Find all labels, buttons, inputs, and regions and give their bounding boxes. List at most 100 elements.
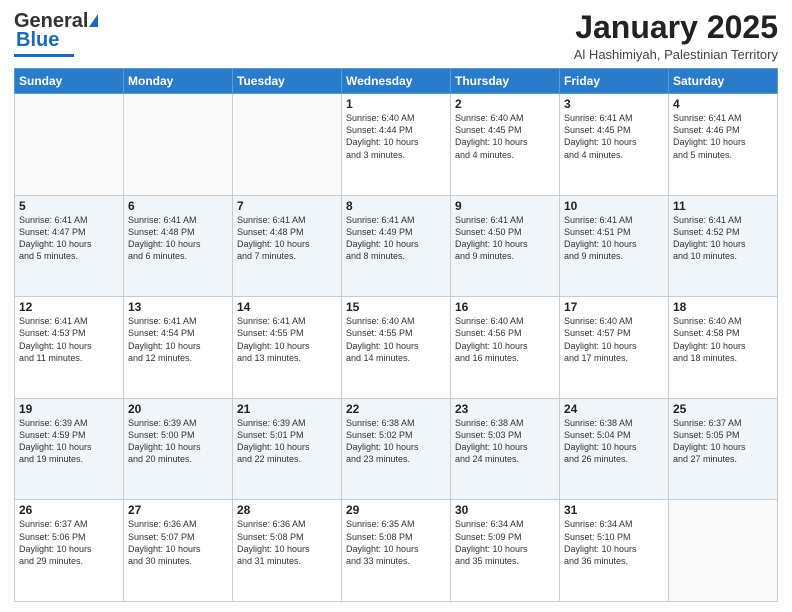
day-info: Sunrise: 6:41 AM Sunset: 4:54 PM Dayligh… — [128, 315, 228, 364]
day-info: Sunrise: 6:40 AM Sunset: 4:45 PM Dayligh… — [455, 112, 555, 161]
logo-triangle-icon — [89, 14, 98, 27]
day-number: 1 — [346, 97, 446, 111]
calendar-cell: 24Sunrise: 6:38 AM Sunset: 5:04 PM Dayli… — [560, 398, 669, 500]
day-number: 28 — [237, 503, 337, 517]
day-info: Sunrise: 6:41 AM Sunset: 4:48 PM Dayligh… — [237, 214, 337, 263]
calendar-cell: 30Sunrise: 6:34 AM Sunset: 5:09 PM Dayli… — [451, 500, 560, 602]
day-number: 23 — [455, 402, 555, 416]
logo: General Blue — [14, 10, 98, 57]
calendar-cell: 26Sunrise: 6:37 AM Sunset: 5:06 PM Dayli… — [15, 500, 124, 602]
day-number: 2 — [455, 97, 555, 111]
calendar-cell: 19Sunrise: 6:39 AM Sunset: 4:59 PM Dayli… — [15, 398, 124, 500]
calendar-week-row: 19Sunrise: 6:39 AM Sunset: 4:59 PM Dayli… — [15, 398, 778, 500]
day-info: Sunrise: 6:41 AM Sunset: 4:48 PM Dayligh… — [128, 214, 228, 263]
calendar-cell: 1Sunrise: 6:40 AM Sunset: 4:44 PM Daylig… — [342, 94, 451, 196]
title-block: January 2025 Al Hashimiyah, Palestinian … — [574, 10, 778, 62]
day-number: 20 — [128, 402, 228, 416]
calendar-cell: 2Sunrise: 6:40 AM Sunset: 4:45 PM Daylig… — [451, 94, 560, 196]
page: General Blue January 2025 Al Hashimiyah,… — [0, 0, 792, 612]
day-number: 29 — [346, 503, 446, 517]
month-title: January 2025 — [574, 10, 778, 45]
logo-underline — [14, 54, 74, 57]
calendar-week-row: 5Sunrise: 6:41 AM Sunset: 4:47 PM Daylig… — [15, 195, 778, 297]
calendar-cell: 11Sunrise: 6:41 AM Sunset: 4:52 PM Dayli… — [669, 195, 778, 297]
day-number: 25 — [673, 402, 773, 416]
day-number: 24 — [564, 402, 664, 416]
day-info: Sunrise: 6:40 AM Sunset: 4:58 PM Dayligh… — [673, 315, 773, 364]
day-info: Sunrise: 6:41 AM Sunset: 4:49 PM Dayligh… — [346, 214, 446, 263]
calendar-cell: 22Sunrise: 6:38 AM Sunset: 5:02 PM Dayli… — [342, 398, 451, 500]
day-number: 31 — [564, 503, 664, 517]
day-number: 15 — [346, 300, 446, 314]
col-header-sunday: Sunday — [15, 69, 124, 94]
day-info: Sunrise: 6:37 AM Sunset: 5:06 PM Dayligh… — [19, 518, 119, 567]
day-number: 27 — [128, 503, 228, 517]
day-number: 13 — [128, 300, 228, 314]
calendar-cell: 29Sunrise: 6:35 AM Sunset: 5:08 PM Dayli… — [342, 500, 451, 602]
day-info: Sunrise: 6:41 AM Sunset: 4:53 PM Dayligh… — [19, 315, 119, 364]
location: Al Hashimiyah, Palestinian Territory — [574, 47, 778, 62]
day-info: Sunrise: 6:35 AM Sunset: 5:08 PM Dayligh… — [346, 518, 446, 567]
day-info: Sunrise: 6:38 AM Sunset: 5:02 PM Dayligh… — [346, 417, 446, 466]
day-info: Sunrise: 6:39 AM Sunset: 4:59 PM Dayligh… — [19, 417, 119, 466]
calendar-cell: 9Sunrise: 6:41 AM Sunset: 4:50 PM Daylig… — [451, 195, 560, 297]
day-number: 16 — [455, 300, 555, 314]
day-number: 30 — [455, 503, 555, 517]
col-header-thursday: Thursday — [451, 69, 560, 94]
day-info: Sunrise: 6:37 AM Sunset: 5:05 PM Dayligh… — [673, 417, 773, 466]
day-number: 7 — [237, 199, 337, 213]
day-info: Sunrise: 6:40 AM Sunset: 4:44 PM Dayligh… — [346, 112, 446, 161]
calendar-week-row: 12Sunrise: 6:41 AM Sunset: 4:53 PM Dayli… — [15, 297, 778, 399]
day-info: Sunrise: 6:41 AM Sunset: 4:55 PM Dayligh… — [237, 315, 337, 364]
day-number: 6 — [128, 199, 228, 213]
day-number: 10 — [564, 199, 664, 213]
day-info: Sunrise: 6:41 AM Sunset: 4:51 PM Dayligh… — [564, 214, 664, 263]
day-info: Sunrise: 6:40 AM Sunset: 4:56 PM Dayligh… — [455, 315, 555, 364]
calendar-cell — [124, 94, 233, 196]
calendar-week-row: 1Sunrise: 6:40 AM Sunset: 4:44 PM Daylig… — [15, 94, 778, 196]
day-number: 5 — [19, 199, 119, 213]
col-header-saturday: Saturday — [669, 69, 778, 94]
day-info: Sunrise: 6:39 AM Sunset: 5:00 PM Dayligh… — [128, 417, 228, 466]
calendar-cell — [15, 94, 124, 196]
calendar-cell: 23Sunrise: 6:38 AM Sunset: 5:03 PM Dayli… — [451, 398, 560, 500]
calendar-cell: 15Sunrise: 6:40 AM Sunset: 4:55 PM Dayli… — [342, 297, 451, 399]
day-info: Sunrise: 6:40 AM Sunset: 4:57 PM Dayligh… — [564, 315, 664, 364]
calendar-cell: 31Sunrise: 6:34 AM Sunset: 5:10 PM Dayli… — [560, 500, 669, 602]
calendar-cell: 27Sunrise: 6:36 AM Sunset: 5:07 PM Dayli… — [124, 500, 233, 602]
col-header-monday: Monday — [124, 69, 233, 94]
logo-blue: Blue — [16, 29, 59, 52]
calendar-cell: 28Sunrise: 6:36 AM Sunset: 5:08 PM Dayli… — [233, 500, 342, 602]
calendar-cell: 3Sunrise: 6:41 AM Sunset: 4:45 PM Daylig… — [560, 94, 669, 196]
calendar-cell: 16Sunrise: 6:40 AM Sunset: 4:56 PM Dayli… — [451, 297, 560, 399]
day-info: Sunrise: 6:38 AM Sunset: 5:04 PM Dayligh… — [564, 417, 664, 466]
calendar-cell: 6Sunrise: 6:41 AM Sunset: 4:48 PM Daylig… — [124, 195, 233, 297]
day-info: Sunrise: 6:41 AM Sunset: 4:45 PM Dayligh… — [564, 112, 664, 161]
calendar-week-row: 26Sunrise: 6:37 AM Sunset: 5:06 PM Dayli… — [15, 500, 778, 602]
calendar-cell: 10Sunrise: 6:41 AM Sunset: 4:51 PM Dayli… — [560, 195, 669, 297]
calendar-cell: 7Sunrise: 6:41 AM Sunset: 4:48 PM Daylig… — [233, 195, 342, 297]
day-number: 9 — [455, 199, 555, 213]
calendar-cell: 25Sunrise: 6:37 AM Sunset: 5:05 PM Dayli… — [669, 398, 778, 500]
calendar-cell: 18Sunrise: 6:40 AM Sunset: 4:58 PM Dayli… — [669, 297, 778, 399]
day-info: Sunrise: 6:40 AM Sunset: 4:55 PM Dayligh… — [346, 315, 446, 364]
calendar-cell: 4Sunrise: 6:41 AM Sunset: 4:46 PM Daylig… — [669, 94, 778, 196]
day-info: Sunrise: 6:34 AM Sunset: 5:10 PM Dayligh… — [564, 518, 664, 567]
day-number: 22 — [346, 402, 446, 416]
day-number: 3 — [564, 97, 664, 111]
day-number: 19 — [19, 402, 119, 416]
col-header-wednesday: Wednesday — [342, 69, 451, 94]
day-info: Sunrise: 6:41 AM Sunset: 4:52 PM Dayligh… — [673, 214, 773, 263]
day-number: 8 — [346, 199, 446, 213]
calendar-cell: 8Sunrise: 6:41 AM Sunset: 4:49 PM Daylig… — [342, 195, 451, 297]
day-info: Sunrise: 6:36 AM Sunset: 5:08 PM Dayligh… — [237, 518, 337, 567]
col-header-friday: Friday — [560, 69, 669, 94]
day-info: Sunrise: 6:36 AM Sunset: 5:07 PM Dayligh… — [128, 518, 228, 567]
day-number: 26 — [19, 503, 119, 517]
day-info: Sunrise: 6:41 AM Sunset: 4:50 PM Dayligh… — [455, 214, 555, 263]
calendar-cell: 21Sunrise: 6:39 AM Sunset: 5:01 PM Dayli… — [233, 398, 342, 500]
calendar-cell: 5Sunrise: 6:41 AM Sunset: 4:47 PM Daylig… — [15, 195, 124, 297]
calendar-cell — [669, 500, 778, 602]
day-number: 18 — [673, 300, 773, 314]
day-info: Sunrise: 6:34 AM Sunset: 5:09 PM Dayligh… — [455, 518, 555, 567]
